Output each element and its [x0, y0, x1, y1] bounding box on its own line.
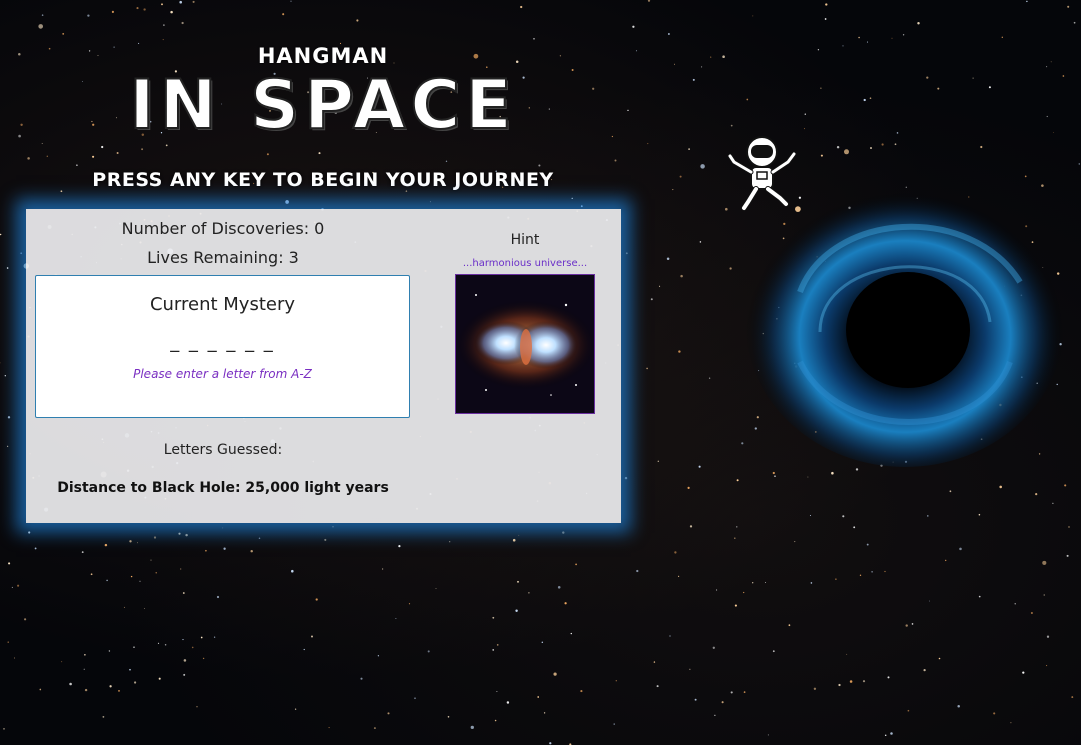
- discoveries-counter: Number of Discoveries: 0: [121, 219, 325, 238]
- small-title: HANGMAN: [257, 44, 389, 68]
- nebula-image: [455, 274, 595, 414]
- mystery-title: Current Mystery: [149, 294, 296, 315]
- letter-prompt: Please enter a letter from A-Z: [133, 367, 312, 381]
- hint-label: Hint: [510, 232, 540, 248]
- press-key-instruction: PRESS ANY KEY TO BEGIN YOUR JOURNEY: [92, 169, 554, 191]
- lives-remaining: Lives Remaining: 3: [147, 248, 299, 267]
- big-title: IN SPACE: [128, 65, 517, 146]
- current-mystery-box: Current Mystery _ _ _ _ _ _ Please enter…: [35, 275, 410, 418]
- game-panel: Number of Discoveries: 0 Lives Remaining…: [26, 209, 621, 523]
- mystery-word: _ _ _ _ _ _: [170, 332, 275, 353]
- black-hole-icon: [745, 177, 1065, 467]
- letters-guessed: Letters Guessed:: [163, 442, 283, 458]
- hint-text: ...harmonious universe...: [462, 258, 588, 269]
- distance-to-black-hole: Distance to Black Hole: 25,000 light yea…: [57, 480, 389, 496]
